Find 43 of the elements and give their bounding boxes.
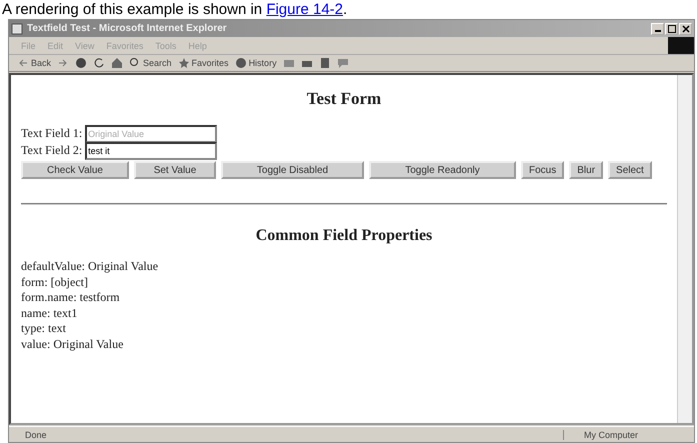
arrow-icon [17, 57, 29, 69]
form-button[interactable]: Toggle Disabled [221, 161, 364, 179]
zone-text: My Computer [563, 430, 694, 440]
home-icon [111, 57, 124, 69]
maximize-button[interactable] [665, 22, 678, 34]
property-line: defaultValue: Original Value [21, 259, 160, 274]
form-button[interactable]: Blur [569, 161, 604, 179]
form-button[interactable]: Check Value [21, 161, 129, 179]
status-text: Done [24, 430, 48, 440]
star-icon [178, 57, 190, 69]
arrow-toolbar-button[interactable] [57, 57, 70, 69]
refresh-toolbar-button[interactable] [93, 57, 106, 69]
form-button[interactable]: Select [608, 161, 652, 179]
page-heading: Test Form [306, 89, 382, 109]
scrollbar[interactable] [677, 75, 692, 423]
chat-icon [336, 57, 349, 69]
section-heading: Common Field Properties [254, 227, 434, 245]
text-field[interactable]: test it [85, 142, 218, 160]
home-toolbar-button[interactable] [111, 57, 124, 69]
property-line: name: text1 [21, 306, 78, 321]
search-toolbar-button[interactable]: Search [129, 57, 172, 69]
property-line: form.name: testform [21, 290, 121, 306]
figure-link[interactable]: Figure 14-2 [266, 1, 344, 18]
refresh-icon [93, 57, 106, 69]
close-icon [682, 24, 690, 32]
form-button[interactable]: Toggle Readonly [369, 161, 516, 179]
star-toolbar-button[interactable]: Favorites [178, 57, 229, 69]
window-title: Textfield Test - Microsoft Internet Explorer [27, 23, 228, 34]
form-button[interactable]: Focus [521, 161, 564, 179]
arrow-icon [57, 57, 70, 69]
property-line: form: [object] [21, 274, 89, 290]
form-button[interactable]: Set Value [134, 161, 216, 179]
minimize-icon [654, 30, 660, 32]
minimize-button[interactable] [651, 22, 664, 34]
maximize-icon [668, 24, 676, 32]
field-label: Text Field 1: [21, 126, 82, 141]
property-line: value: Original Value [21, 336, 124, 352]
property-line: type: text [21, 321, 67, 336]
close-button[interactable] [679, 22, 692, 34]
arrow-toolbar-button[interactable]: Back [17, 57, 52, 69]
caption-text: A rendering of this example is shown in Figure 14-2. [2, 1, 348, 18]
clock-toolbar-button[interactable]: History [234, 57, 277, 69]
field-label: Text Field 2: [21, 143, 82, 158]
